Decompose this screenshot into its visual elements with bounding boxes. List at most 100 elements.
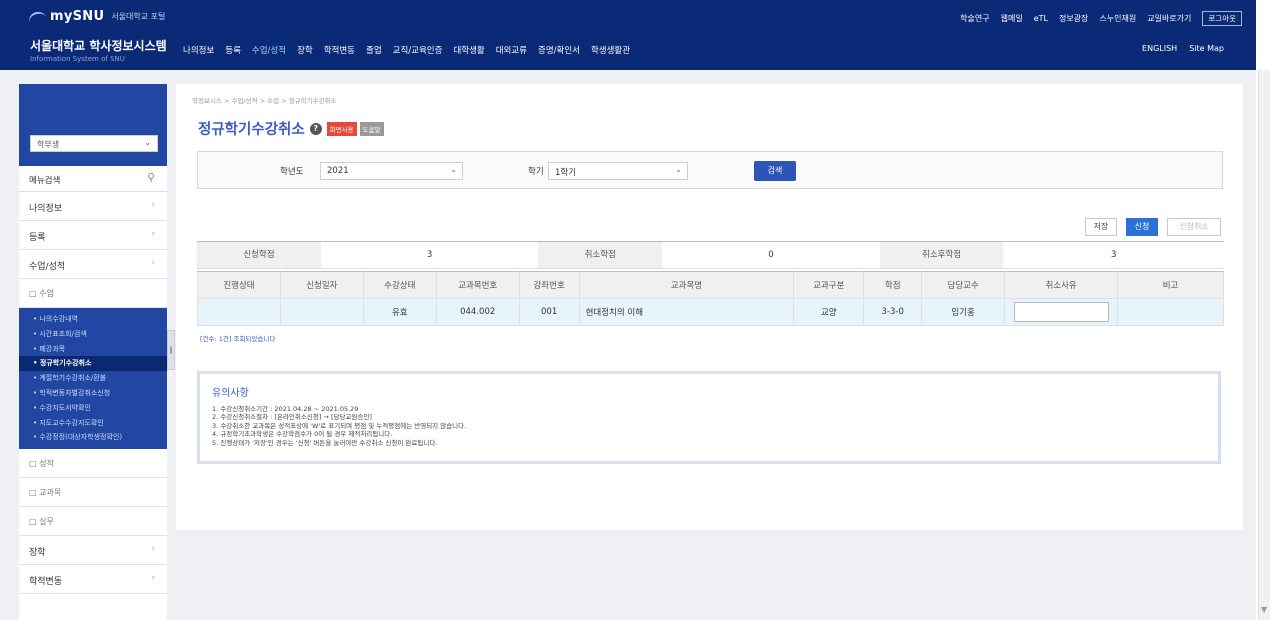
bullet-icon: □ (29, 488, 40, 498)
sidebar-item-classes-grades[interactable]: 수업/성적 › (19, 250, 167, 279)
sidebar-item-registration[interactable]: 등록 › (19, 221, 167, 250)
submenu-item-closed-courses[interactable]: • 폐강과목 (19, 342, 167, 357)
cancel-credits-label: 취소학점 (538, 242, 663, 268)
term-select[interactable]: 1학기 ⌄ (548, 162, 688, 180)
util-etl[interactable]: eTL (1034, 14, 1048, 23)
chevron-right-icon: › (151, 573, 155, 584)
submenu-label: 학적변동자별강취소신청 (39, 388, 111, 397)
submenu-item-timetable[interactable]: • 시간표조회/검색 (19, 327, 167, 342)
nav-item-graduation[interactable]: 졸업 (366, 44, 382, 56)
breadcrumb: 학정보시스 > 수업/성적 > 수업 > 정규학기수강취소 (192, 97, 337, 105)
submenu-item-regular-cancel[interactable]: • 정규학기수강취소 (19, 356, 167, 372)
cell-professor: 임기홍 (921, 298, 1006, 326)
cell-course-number: 044.002 (435, 298, 520, 326)
mysnu-logo[interactable]: mySNU 서울대학교 포털 (27, 9, 166, 24)
notice-line: 3. 수강취소한 교과목은 성적표상에 'W'로 표기되며 평점 및 누적평점에… (212, 421, 467, 430)
apply-button[interactable]: 신청 (1126, 218, 1158, 236)
column-header: 강좌번호 (518, 271, 580, 299)
nav-item-my-info[interactable]: 나의정보 (183, 44, 214, 56)
sidebar-item-academic-change[interactable]: 학적변동 › (19, 565, 167, 595)
chevron-right-icon: › (151, 258, 155, 268)
submenu-item-my-courses[interactable]: • 나의수강내역 (19, 312, 167, 327)
menu-search[interactable]: 메뉴검색 ⚲ (19, 166, 167, 192)
sidebar-subheader-practice[interactable]: □ 실무 (19, 507, 167, 537)
scroll-down-icon[interactable]: ▼ (1261, 605, 1267, 614)
util-research[interactable]: 학술연구 (960, 13, 989, 24)
nav-item-campus-life[interactable]: 대학생활 (453, 44, 484, 56)
column-header: 담당교수 (921, 271, 1006, 299)
nav-item-classes-grades[interactable]: 수업/성적 (252, 44, 286, 56)
util-talent[interactable]: 스누인재원 (1099, 13, 1136, 24)
logout-button[interactable]: 로그아웃 (1202, 11, 1242, 26)
page-title: 정규학기수강취소 ? 화면사용 도움말 (198, 118, 384, 139)
search-button[interactable]: 검색 (754, 161, 796, 181)
result-count-note: [건수: 1건] 조회되었습니다 (200, 335, 276, 343)
nav-item-dormitory[interactable]: 학생생활관 (591, 44, 630, 56)
cell-section: 001 (518, 298, 580, 326)
term-select-value: 1학기 (555, 168, 577, 178)
table-row[interactable]: 유효 044.002 001 현대정치의 이해 교양 3-3-0 임기홍 (197, 298, 1224, 326)
util-webmail[interactable]: 웹메일 (1001, 13, 1023, 24)
english-link[interactable]: ENGLISH (1142, 44, 1177, 53)
cell-enroll-status: 유효 (362, 298, 437, 326)
applied-credits-value: 3 (426, 250, 433, 260)
course-table: 진행상태 신청일자 수강상태 교과목번호 강좌번호 교과목명 교과구분 학점 담… (197, 271, 1224, 326)
sidebar-submenu: • 나의수강내역 • 시간표조회/검색 • 폐강과목 • 정규학기수강취소 • … (19, 308, 167, 450)
nav-item-certificates[interactable]: 증명/확인서 (538, 44, 580, 56)
submenu-item-advisor-confirm[interactable]: • 지도교수수강지도확인 (19, 416, 167, 431)
column-header: 학점 (863, 271, 923, 299)
sitemap-link[interactable]: Site Map (1189, 44, 1224, 53)
sidebar-item-scholarship[interactable]: 장학 › (19, 536, 167, 566)
logo-subtitle: 서울대학교 포털 (111, 12, 166, 21)
nav-item-registration[interactable]: 등록 (225, 44, 241, 56)
logo-swoosh-icon (27, 9, 47, 24)
language-links: ENGLISH Site Map (1130, 44, 1224, 53)
sidebar-subheader-classes[interactable]: □ 수업 (19, 279, 167, 308)
util-info-plaza[interactable]: 정보광장 (1059, 13, 1088, 24)
page-scrollbar[interactable]: ▼ (1258, 70, 1270, 620)
nav-item-exchange[interactable]: 대외교류 (496, 44, 527, 56)
submenu-label: 폐강과목 (39, 344, 66, 353)
sidebar-item-label: 나의정보 (29, 204, 63, 214)
column-header: 진행상태 (197, 271, 281, 299)
info-icon[interactable]: ? (309, 122, 322, 135)
submenu-item-seasonal-cancel[interactable]: • 계절학기수강취소/환불 (19, 371, 167, 386)
sidebar-subheader-grades[interactable]: □ 성적 (19, 449, 167, 479)
sidebar-item-label: 학적변동 (29, 577, 63, 588)
notice-title: 유의사항 (212, 388, 249, 399)
save-button[interactable]: 저장 (1085, 218, 1117, 236)
cancel-credits-value: 0 (768, 250, 774, 260)
submenu-item-advising-pledge[interactable]: • 수강지도서약확인 (19, 401, 167, 416)
help-badge[interactable]: 도움말 (359, 121, 384, 136)
chevron-right-icon: › (151, 229, 155, 239)
column-header: 취소사유 (1004, 271, 1119, 299)
sidebar-subheader-courses[interactable]: □ 교과목 (19, 478, 167, 508)
submenu-label: 지도교수수강지도확인 (39, 418, 104, 427)
submenu-label: 나의수강내역 (39, 315, 78, 323)
submenu-item-correction-check[interactable]: • 수강정정(대상자학생정확인) (19, 430, 167, 445)
column-header: 교과구분 (793, 271, 865, 299)
submenu-item-status-change-cancel[interactable]: • 학적변동자별강취소신청 (19, 386, 167, 401)
credit-summary: 신청학점 3 취소학점 0 취소후학점 3 (197, 241, 1224, 269)
nav-item-scholarship[interactable]: 장학 (297, 44, 313, 56)
main-nav: 나의정보 등록 수업/성적 장학 학적변동 졸업 교직/교육인증 대학생활 대외… (183, 44, 641, 56)
user-type-select[interactable]: 학부생 ⌄ (30, 135, 158, 152)
menu-search-label: 메뉴검색 (29, 176, 61, 186)
year-select[interactable]: 2021 ⌄ (320, 162, 463, 180)
cancel-reason-input[interactable] (1013, 302, 1109, 322)
nav-item-academic-change[interactable]: 학적변동 (324, 44, 355, 56)
sidebar-collapse-handle[interactable]: ‖ (167, 330, 175, 370)
column-header: 교과목명 (578, 271, 795, 299)
screen-usage-badge[interactable]: 화면사용 (326, 121, 357, 136)
chevron-right-icon: › (151, 544, 155, 555)
sidebar-subheader-label: 실무 (39, 517, 54, 527)
search-icon[interactable]: ⚲ (147, 171, 155, 184)
logo-text: mySNU (50, 9, 105, 24)
util-shortcut[interactable]: 교일바로가기 (1147, 13, 1191, 24)
cancel-apply-button[interactable]: 신청취소 (1167, 218, 1221, 236)
nav-item-teaching-cert[interactable]: 교직/교육인증 (393, 44, 443, 56)
sidebar-item-my-info[interactable]: 나의정보 › (19, 192, 167, 221)
year-label: 학년도 (280, 167, 304, 177)
bullet-icon: □ (29, 459, 40, 469)
system-title[interactable]: 서울대학교 학사정보시스템 (30, 37, 167, 54)
